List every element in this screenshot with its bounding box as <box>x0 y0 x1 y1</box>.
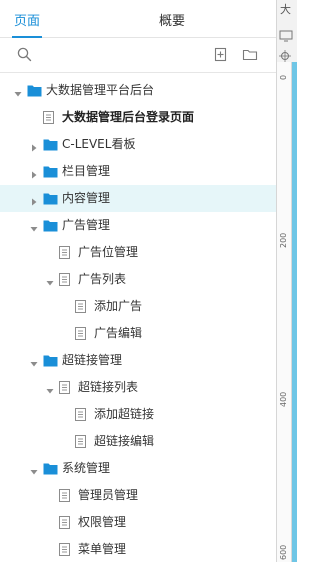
folder-icon <box>43 354 58 370</box>
caret-down-icon[interactable] <box>46 384 54 394</box>
folder-icon <box>43 219 58 235</box>
tree-item-label: 权限管理 <box>78 515 127 529</box>
caret-right-icon[interactable] <box>30 195 38 206</box>
tree-row[interactable]: 超链接列表 <box>0 374 276 401</box>
tree-item-label: 管理员管理 <box>78 488 139 502</box>
tree-item-label: 大数据管理平台后台 <box>46 83 155 97</box>
tree-row[interactable]: 添加广告 <box>0 293 276 320</box>
panel-tabs: 页面 概要 <box>0 0 276 38</box>
caret-right-icon[interactable] <box>30 141 38 152</box>
tree-item-label: 广告编辑 <box>94 326 143 340</box>
ruler-mark: 0 <box>279 74 288 80</box>
folder-icon <box>43 165 58 181</box>
page-icon <box>43 111 54 127</box>
tree-item-label: 超链接编辑 <box>94 434 155 448</box>
page-icon <box>59 246 70 262</box>
tree-row[interactable]: 广告列表 <box>0 266 276 293</box>
tree-row[interactable]: 大数据管理后台登录页面 <box>0 104 276 131</box>
folder-icon <box>27 84 42 100</box>
ruler-mark: 400 <box>279 391 288 407</box>
canvas-ruler-area: 大 0 200 400 600 <box>276 0 297 562</box>
pages-panel: 页面 概要 大数据管理平台后台 大数据管理后台登录页面 C-LEVEL看板 栏目… <box>0 0 276 562</box>
page-icon <box>75 327 86 343</box>
tree-row[interactable]: 超链接编辑 <box>0 428 276 455</box>
tree-item-label: 广告列表 <box>78 272 127 286</box>
page-icon <box>59 273 70 289</box>
caret-down-icon[interactable] <box>46 276 54 286</box>
tree-row[interactable]: 添加超链接 <box>0 401 276 428</box>
add-page-icon[interactable] <box>214 47 228 65</box>
tree-item-label: 广告管理 <box>62 218 111 232</box>
tree-item-label: 大数据管理后台登录页面 <box>62 110 195 124</box>
tree-row[interactable]: 菜单管理 <box>0 536 276 562</box>
tree-item-label: 超链接管理 <box>62 353 123 367</box>
tree-row[interactable]: 内容管理 <box>0 185 276 212</box>
search-icon[interactable] <box>17 47 32 65</box>
canvas-edge <box>292 62 297 562</box>
tree-item-label: 系统管理 <box>62 461 111 475</box>
tree-item-label: C-LEVEL看板 <box>62 137 136 151</box>
page-icon <box>75 435 86 451</box>
page-icon <box>75 300 86 316</box>
tree-row[interactable]: C-LEVEL看板 <box>0 131 276 158</box>
tree-row[interactable]: 大数据管理平台后台 <box>0 77 276 104</box>
caret-down-icon[interactable] <box>30 465 38 475</box>
tab-pages[interactable]: 页面 <box>14 14 40 30</box>
vertical-ruler: 0 200 400 600 <box>277 62 292 562</box>
tree-item-label: 内容管理 <box>62 191 111 205</box>
tree-row[interactable]: 管理员管理 <box>0 482 276 509</box>
page-icon <box>59 543 70 559</box>
canvas-title: 大 <box>280 3 291 16</box>
tree-row[interactable]: 广告管理 <box>0 212 276 239</box>
folder-icon <box>43 138 58 154</box>
caret-right-icon[interactable] <box>30 168 38 179</box>
page-icon <box>59 381 70 397</box>
ruler-mark: 200 <box>279 232 288 248</box>
device-icon[interactable] <box>279 30 293 45</box>
page-tree: 大数据管理平台后台大数据管理后台登录页面 C-LEVEL看板 栏目管理内容管理广告管… <box>0 77 276 562</box>
ruler-mark: 600 <box>279 544 288 560</box>
page-icon <box>59 489 70 505</box>
tree-row[interactable]: 广告编辑 <box>0 320 276 347</box>
page-icon <box>59 516 70 532</box>
tree-item-label: 栏目管理 <box>62 164 111 178</box>
tree-row[interactable]: 系统管理 <box>0 455 276 482</box>
tree-item-label: 菜单管理 <box>78 542 127 556</box>
folder-icon <box>43 462 58 478</box>
page-icon <box>75 408 86 424</box>
app-window: 页面 概要 大数据管理平台后台 大数据管理后台登录页面 C-LEVEL看板 栏目… <box>0 0 297 562</box>
pages-toolbar <box>0 38 276 73</box>
tree-item-label: 添加广告 <box>94 299 143 313</box>
tree-item-label: 广告位管理 <box>78 245 139 259</box>
tree-row[interactable]: 权限管理 <box>0 509 276 536</box>
tree-row[interactable]: 栏目管理 <box>0 158 276 185</box>
folder-icon <box>43 192 58 208</box>
caret-down-icon[interactable] <box>14 87 22 97</box>
add-folder-icon[interactable] <box>242 47 258 65</box>
tree-item-label: 添加超链接 <box>94 407 155 421</box>
tree-item-label: 超链接列表 <box>78 380 139 394</box>
caret-down-icon[interactable] <box>30 222 38 232</box>
tree-row[interactable]: 广告位管理 <box>0 239 276 266</box>
tree-row[interactable]: 超链接管理 <box>0 347 276 374</box>
caret-down-icon[interactable] <box>30 357 38 367</box>
tab-overview[interactable]: 概要 <box>159 14 185 30</box>
